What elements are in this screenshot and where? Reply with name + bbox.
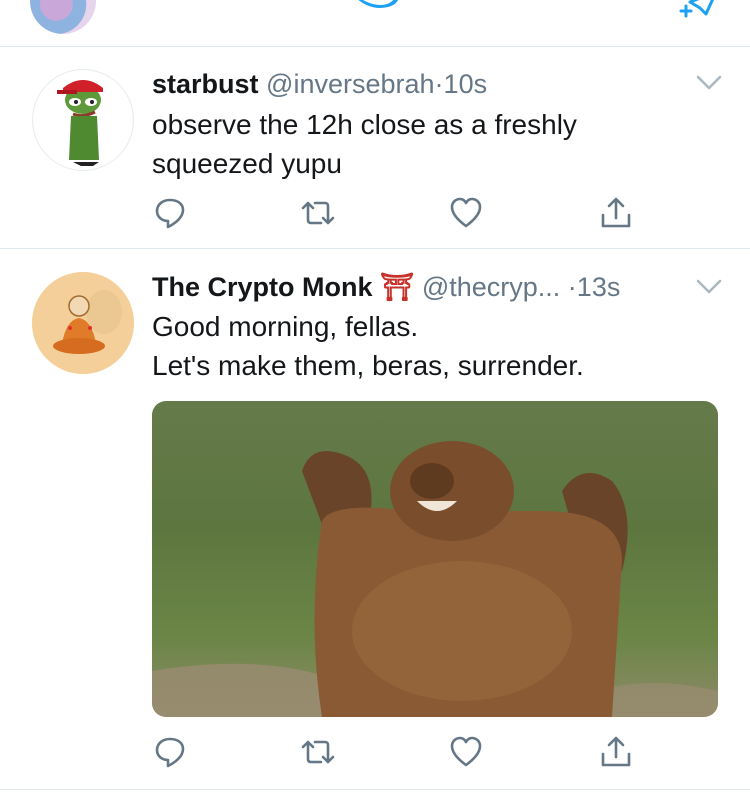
frog-avatar-icon <box>57 80 103 166</box>
tweet-text-line: observe the 12h close as a freshly <box>152 109 577 140</box>
tweet-image[interactable] <box>152 401 718 717</box>
reply-button[interactable] <box>150 195 190 231</box>
like-button[interactable] <box>446 195 486 231</box>
timestamp[interactable]: 10s <box>444 69 488 99</box>
like-button[interactable] <box>446 734 486 770</box>
avatar[interactable] <box>32 272 134 374</box>
timestamp[interactable]: 13s <box>577 272 621 302</box>
display-name[interactable]: starbust <box>152 69 259 99</box>
tweet[interactable]: starbust @inversebrah·10s observe the 12… <box>0 47 750 249</box>
like-icon <box>450 197 482 228</box>
reply-button[interactable] <box>150 734 190 770</box>
separator: · <box>567 272 577 302</box>
top-bar <box>0 0 750 47</box>
compose-tweet-icon[interactable] <box>676 0 722 26</box>
tweet-text: observe the 12h close as a freshly squee… <box>152 105 692 183</box>
tweet-text-line: squeezed yupu <box>152 148 342 179</box>
chevron-down-icon[interactable] <box>696 75 722 91</box>
tweet-text: Good morning, fellas. Let's make them, b… <box>152 307 692 385</box>
torii-gate-emoji: ⛩ <box>380 272 415 302</box>
tweet-actions <box>0 734 750 770</box>
avatar[interactable] <box>32 69 134 171</box>
profile-avatar[interactable] <box>30 0 96 34</box>
tweet-header: starbust @inversebrah·10s <box>152 67 487 101</box>
tweet-header: The Crypto Monk ⛩ @thecryp... ·13s <box>152 270 620 304</box>
username[interactable]: @inversebrah <box>266 69 435 99</box>
share-button[interactable] <box>596 195 636 231</box>
reply-icon <box>155 198 185 229</box>
twitter-bird-icon[interactable] <box>345 0 401 26</box>
reply-icon <box>155 737 185 768</box>
chevron-down-icon[interactable] <box>696 279 722 295</box>
share-icon <box>601 197 631 228</box>
like-icon <box>450 736 482 767</box>
retweet-button[interactable] <box>298 734 338 770</box>
tweet-text-line: Good morning, fellas. <box>152 311 419 342</box>
retweet-icon <box>301 201 335 225</box>
display-name[interactable]: The Crypto Monk <box>152 272 373 302</box>
share-icon <box>601 736 631 767</box>
username[interactable]: @thecryp... <box>422 272 560 302</box>
separator: · <box>434 69 444 99</box>
retweet-icon <box>301 740 335 764</box>
retweet-button[interactable] <box>298 195 338 231</box>
monk-avatar-icon <box>32 272 134 374</box>
tweet-text-line: Let's make them, beras, surrender. <box>152 350 584 381</box>
bear-photo <box>152 441 718 717</box>
share-button[interactable] <box>596 734 636 770</box>
tweet-actions <box>0 195 750 231</box>
tweet[interactable]: The Crypto Monk ⛩ @thecryp... ·13s Good … <box>0 249 750 790</box>
